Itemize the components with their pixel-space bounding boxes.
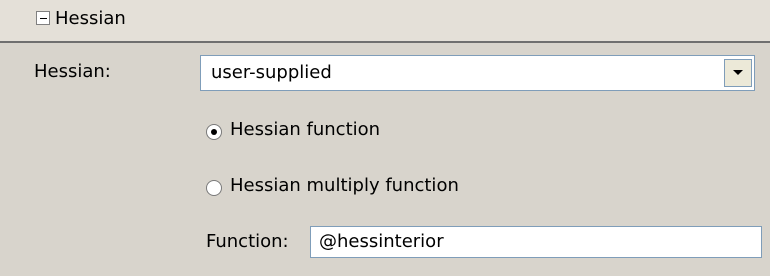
radio-hessian-function[interactable] [206,124,222,140]
radio-hessian-multiply-function[interactable] [206,180,222,196]
function-input[interactable]: @hessinterior [310,226,762,258]
hessian-label: Hessian: [34,61,111,82]
section-header: Hessian [0,0,770,42]
function-label: Function: [206,231,289,252]
function-input-value: @hessinterior [319,231,444,252]
hessian-select[interactable]: user-supplied [200,55,755,91]
radio-label-hessian-function: Hessian function [230,119,381,140]
hessian-select-value: user-supplied [211,62,332,83]
chevron-down-icon [733,70,743,75]
section-divider [0,41,770,43]
minus-box-icon[interactable] [36,11,50,25]
radio-label-hessian-multiply-function: Hessian multiply function [230,175,459,196]
hessian-options-panel: Hessian Hessian: user-supplied Hessian f… [0,0,770,276]
dropdown-button[interactable] [724,59,752,87]
section-title: Hessian [55,8,126,29]
